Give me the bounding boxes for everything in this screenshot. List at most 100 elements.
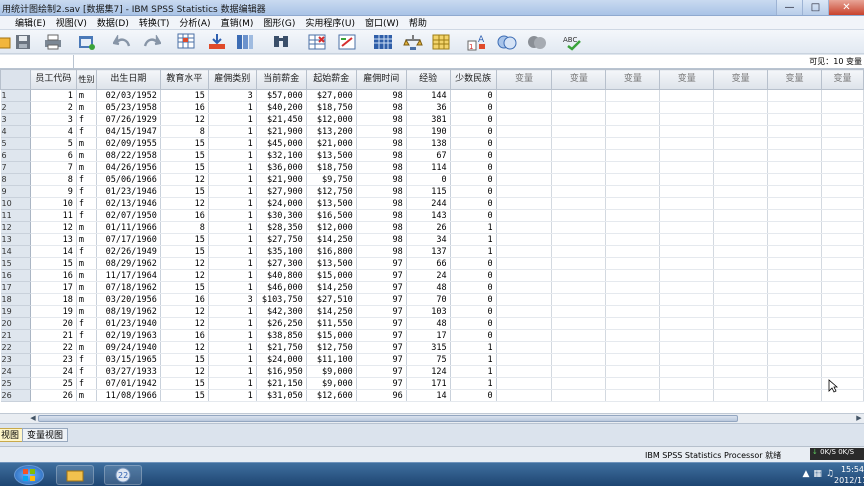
data-cell[interactable]: $27,300 — [256, 257, 307, 270]
empty-cell[interactable] — [496, 89, 553, 102]
empty-cell[interactable] — [605, 161, 661, 174]
empty-cell[interactable] — [605, 293, 661, 306]
data-cell[interactable]: f — [76, 125, 97, 138]
data-cell[interactable]: 12 — [30, 221, 77, 234]
close-button[interactable]: ✕ — [828, 0, 864, 15]
row-number[interactable]: 4 — [0, 125, 31, 138]
empty-cell[interactable] — [821, 293, 864, 306]
variables-icon[interactable] — [234, 32, 256, 52]
data-cell[interactable]: 15 — [160, 233, 209, 246]
data-cell[interactable]: $11,100 — [306, 353, 357, 366]
data-cell[interactable]: 1 — [208, 113, 257, 126]
data-cell[interactable]: 1 — [208, 353, 257, 366]
data-cell[interactable]: 7 — [30, 161, 77, 174]
data-cell[interactable]: $103,750 — [256, 293, 307, 306]
empty-cell[interactable] — [659, 149, 715, 162]
data-cell[interactable]: 98 — [356, 197, 407, 210]
empty-cell[interactable] — [605, 149, 661, 162]
row-number[interactable]: 22 — [0, 341, 31, 354]
data-cell[interactable]: $21,450 — [256, 113, 307, 126]
data-cell[interactable]: m — [76, 89, 97, 102]
data-cell[interactable]: 1 — [450, 233, 497, 246]
data-cell[interactable]: 34 — [406, 233, 451, 246]
empty-column-header[interactable]: 变量 — [551, 69, 607, 90]
data-cell[interactable]: 0 — [450, 197, 497, 210]
data-cell[interactable]: 114 — [406, 161, 451, 174]
row-number[interactable]: 8 — [0, 173, 31, 186]
network-icon[interactable]: ▦ — [813, 469, 822, 479]
data-cell[interactable]: 96 — [356, 389, 407, 402]
empty-cell[interactable] — [767, 233, 822, 246]
empty-cell[interactable] — [496, 149, 553, 162]
data-cell[interactable]: 10 — [30, 197, 77, 210]
empty-cell[interactable] — [713, 317, 769, 330]
empty-cell[interactable] — [605, 245, 661, 258]
empty-cell[interactable] — [659, 293, 715, 306]
row-number[interactable]: 21 — [0, 329, 31, 342]
empty-cell[interactable] — [821, 197, 864, 210]
data-cell[interactable]: $9,000 — [306, 377, 357, 390]
data-cell[interactable]: 0 — [450, 389, 497, 402]
data-cell[interactable]: 9 — [30, 185, 77, 198]
data-cell[interactable]: 97 — [356, 329, 407, 342]
row-number[interactable]: 2 — [0, 101, 31, 114]
data-cell[interactable]: m — [76, 293, 97, 306]
data-cell[interactable]: 8 — [160, 125, 209, 138]
data-cell[interactable]: 97 — [356, 305, 407, 318]
empty-cell[interactable] — [659, 197, 715, 210]
minimize-button[interactable]: — — [776, 0, 802, 15]
row-number[interactable]: 5 — [0, 137, 31, 150]
data-cell[interactable]: $12,000 — [306, 113, 357, 126]
empty-cell[interactable] — [551, 341, 607, 354]
data-cell[interactable]: $21,750 — [256, 341, 307, 354]
data-cell[interactable]: $16,800 — [306, 245, 357, 258]
column-header[interactable]: 当前薪金 — [255, 69, 307, 90]
empty-cell[interactable] — [767, 89, 822, 102]
empty-cell[interactable] — [605, 329, 661, 342]
data-cell[interactable]: 07/18/1962 — [96, 281, 161, 294]
menu-analyze[interactable]: 分析(A) — [174, 16, 215, 29]
empty-cell[interactable] — [767, 173, 822, 186]
data-cell[interactable]: 6 — [30, 149, 77, 162]
data-cell[interactable]: 1 — [450, 245, 497, 258]
data-cell[interactable]: 15 — [160, 377, 209, 390]
empty-cell[interactable] — [713, 149, 769, 162]
data-cell[interactable]: 1 — [208, 125, 257, 138]
data-cell[interactable]: 12 — [160, 269, 209, 282]
column-header[interactable]: 雇佣类别 — [207, 69, 257, 90]
empty-cell[interactable] — [821, 341, 864, 354]
tab-data-view[interactable]: 视图 — [0, 428, 25, 442]
empty-cell[interactable] — [767, 377, 822, 390]
row-number[interactable]: 7 — [0, 161, 31, 174]
empty-cell[interactable] — [551, 245, 607, 258]
data-cell[interactable]: $40,800 — [256, 269, 307, 282]
data-cell[interactable]: 15 — [30, 257, 77, 270]
recall-dialog-icon[interactable] — [76, 32, 98, 52]
data-cell[interactable]: $46,000 — [256, 281, 307, 294]
data-cell[interactable]: 15 — [160, 185, 209, 198]
data-cell[interactable]: 98 — [356, 113, 407, 126]
data-cell[interactable]: 70 — [406, 293, 451, 306]
empty-cell[interactable] — [659, 89, 715, 102]
data-cell[interactable]: 0 — [450, 101, 497, 114]
data-cell[interactable]: 02/13/1946 — [96, 197, 161, 210]
empty-cell[interactable] — [713, 113, 769, 126]
data-cell[interactable]: 15 — [160, 389, 209, 402]
empty-cell[interactable] — [713, 365, 769, 378]
empty-cell[interactable] — [821, 257, 864, 270]
empty-cell[interactable] — [821, 269, 864, 282]
data-cell[interactable]: 97 — [356, 257, 407, 270]
data-cell[interactable]: 1 — [450, 221, 497, 234]
menu-transform[interactable]: 转换(T) — [134, 16, 175, 29]
scroll-right-arrow-icon[interactable]: ▶ — [854, 414, 864, 423]
data-cell[interactable]: 12 — [160, 257, 209, 270]
data-cell[interactable]: 0 — [406, 173, 451, 186]
data-cell[interactable]: 07/26/1929 — [96, 113, 161, 126]
data-cell[interactable]: m — [76, 257, 97, 270]
data-cell[interactable]: 103 — [406, 305, 451, 318]
empty-cell[interactable] — [713, 281, 769, 294]
data-cell[interactable]: $40,200 — [256, 101, 307, 114]
data-cell[interactable]: m — [76, 137, 97, 150]
data-cell[interactable]: 0 — [450, 185, 497, 198]
empty-cell[interactable] — [496, 101, 553, 114]
